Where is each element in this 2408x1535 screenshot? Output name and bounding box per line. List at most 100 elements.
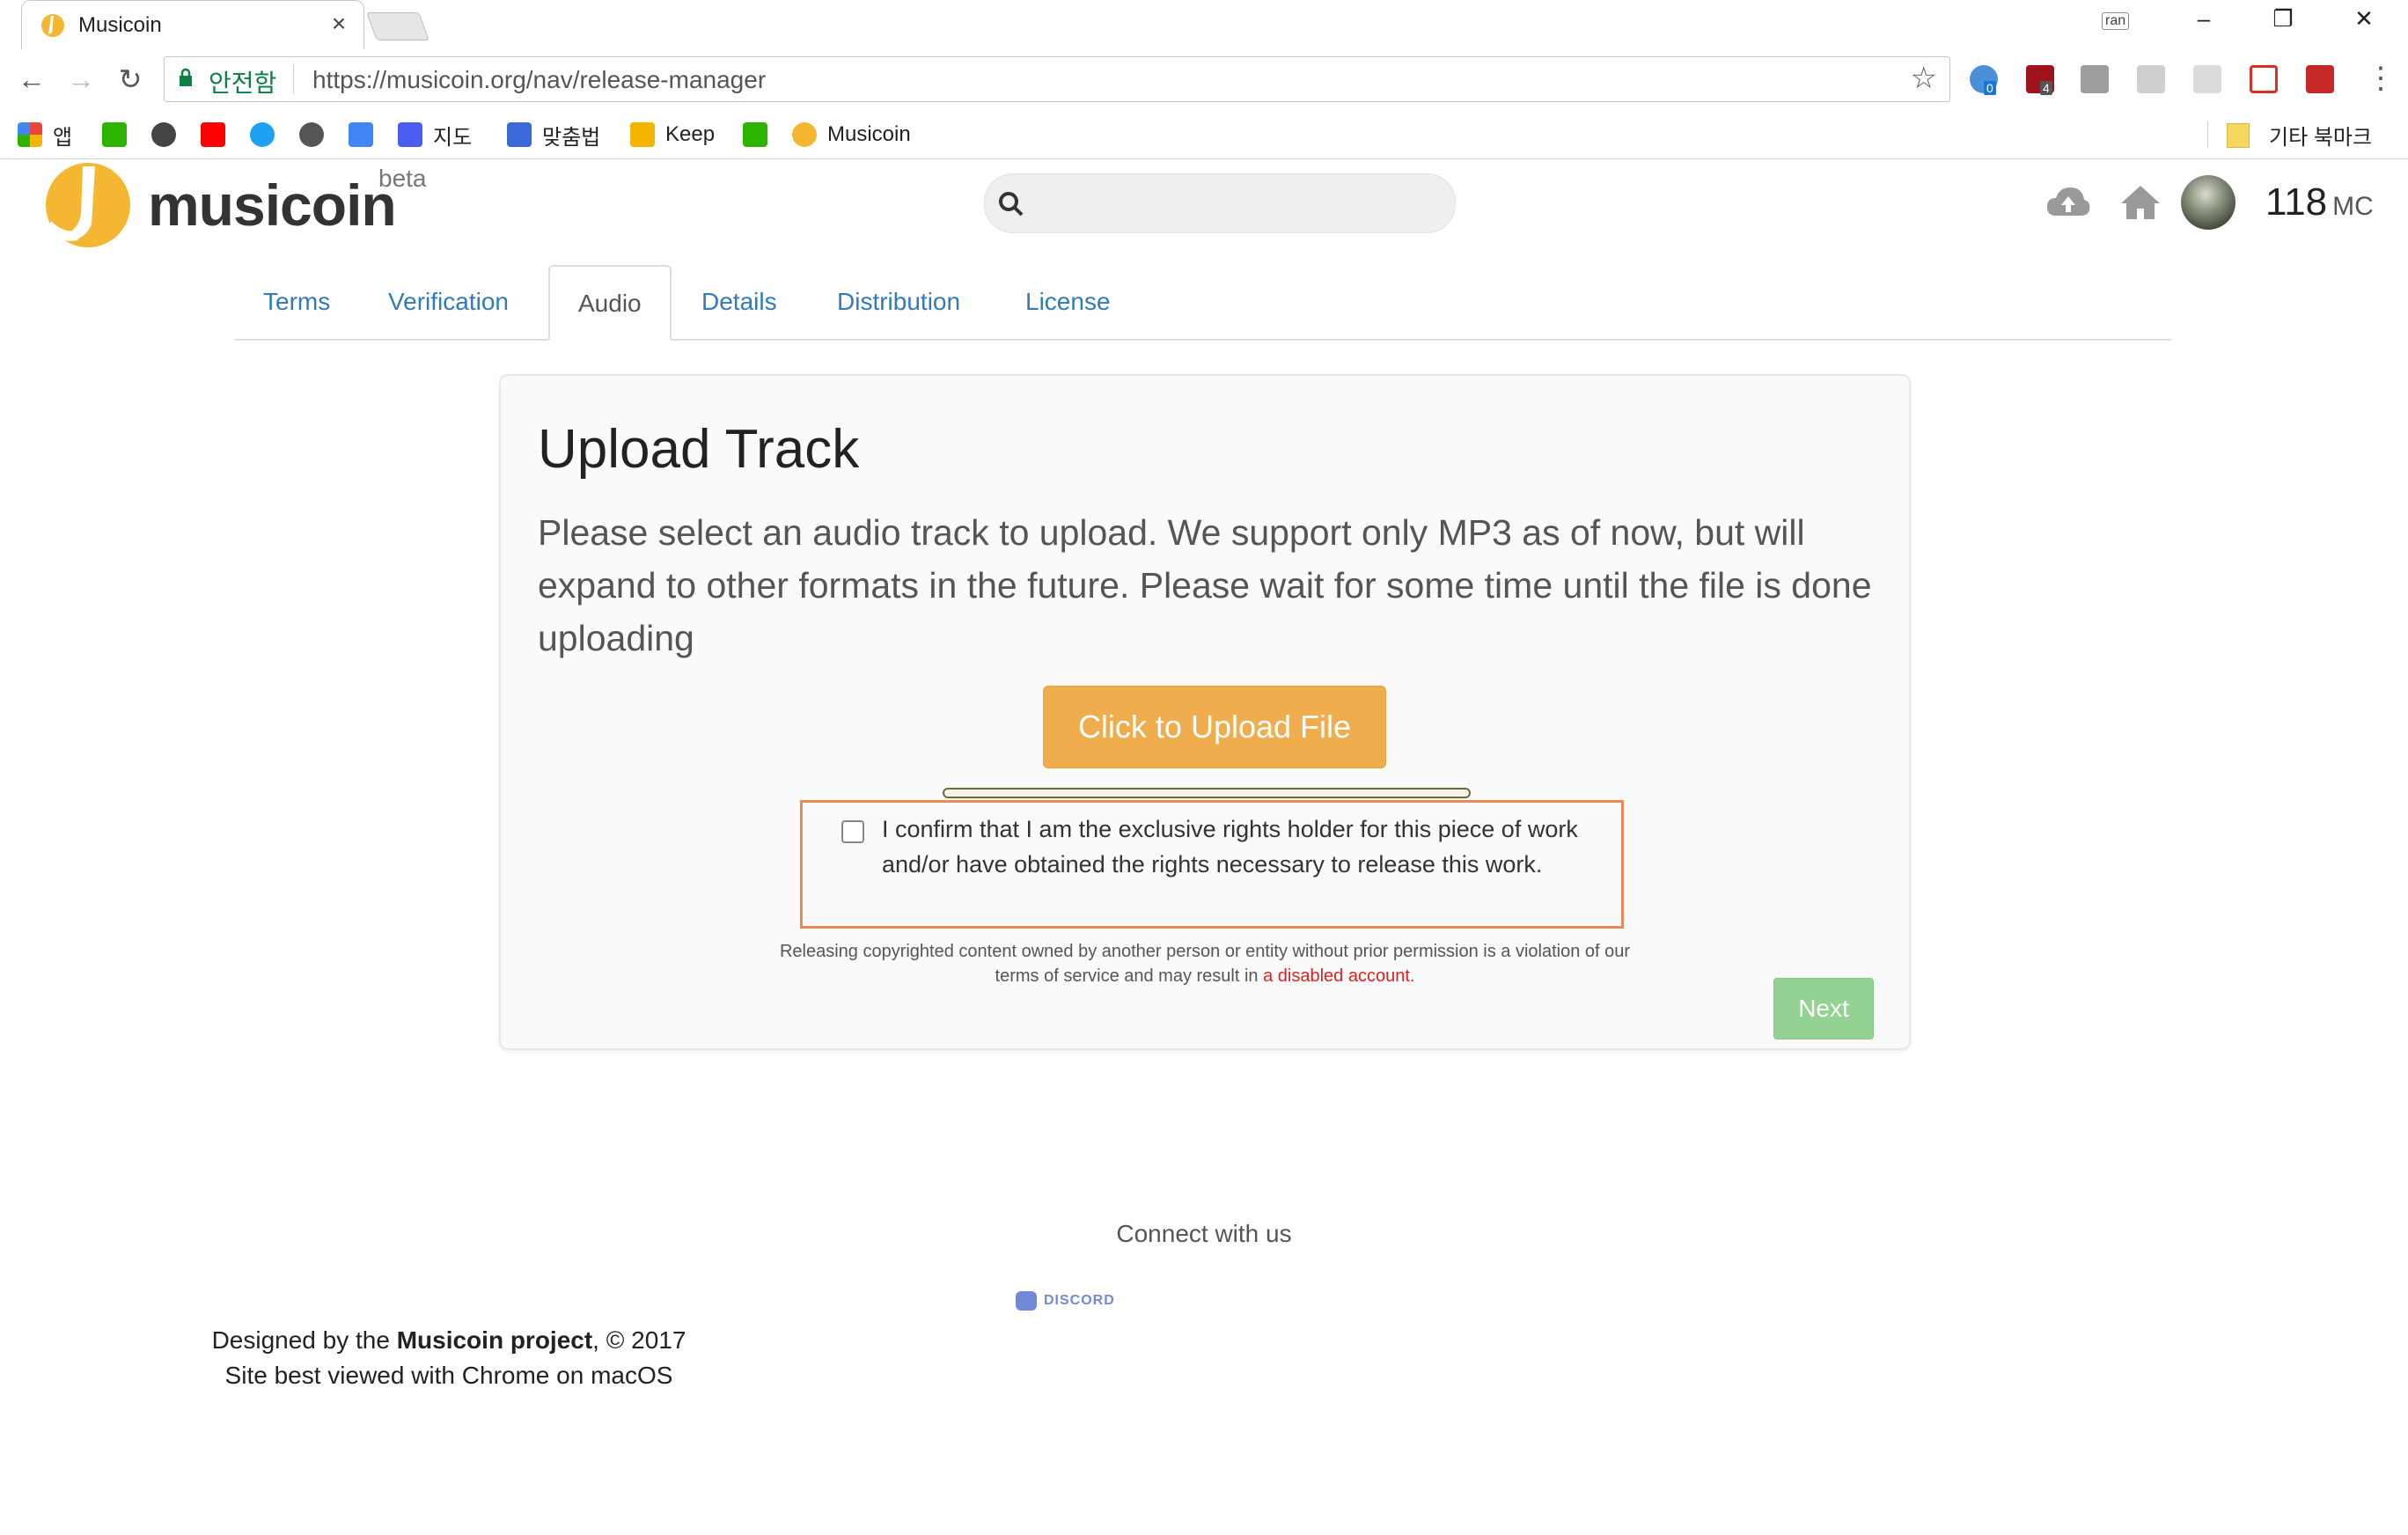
bookmark-label: 지도 [433,125,473,150]
musicoin-icon[interactable] [42,159,134,247]
balance-unit: MC [2332,192,2374,221]
bookmark-label: 맞춤법 [542,125,601,150]
upload-progress-bar [943,788,1471,798]
close-window-button[interactable]: ✕ [2346,5,2382,33]
footer-project-link[interactable]: Musicoin project [397,1326,592,1354]
forward-icon[interactable]: → [63,62,99,97]
legal-notice: Releasing copyrighted content owned by a… [765,939,1645,988]
podcast-icon [299,122,324,147]
back-icon[interactable]: ← [14,62,49,97]
map-icon [398,122,422,147]
secure-label: 안전함 [209,70,277,97]
bookmark-podcast[interactable] [299,120,334,150]
naver-icon [102,122,127,147]
beta-label: beta [378,165,427,192]
bookmarks-bar: 앱 지도 맞춤법 Keep Musicoin 기타 북마크 [0,111,2408,159]
address-bar[interactable]: 안전함 https://musicoin.org/nav/release-man… [164,56,1950,102]
bookmark-star[interactable] [151,120,187,150]
profile-chip[interactable]: ran [2102,12,2130,30]
upload-file-button[interactable]: Click to Upload File [1043,686,1386,768]
search-box[interactable] [984,173,1456,233]
new-tab-button[interactable] [366,12,429,40]
star-bookmark-icon [151,122,176,147]
legal-text: Releasing copyrighted content owned by a… [779,942,1631,986]
site-footer: Designed by the Musicoin project, © 2017… [176,1323,722,1393]
search-icon [999,192,1024,217]
cast-extension-icon[interactable] [2193,65,2221,93]
bookmark-label: 앱 [53,125,73,150]
pdf-extension-icon[interactable] [2137,65,2165,93]
browser-toolbar: ← → ↻ 안전함 https://musicoin.org/nav/relea… [0,49,2408,111]
browser-tab[interactable]: Musicoin × [21,0,364,50]
reload-icon[interactable]: ↻ [113,62,148,97]
search-input[interactable] [1032,185,1441,222]
lock-icon [180,68,192,86]
logo-text[interactable]: musicoin [148,172,397,239]
tab-details[interactable]: Details [673,265,805,339]
rights-checkbox[interactable] [841,820,864,843]
maximize-button[interactable]: ❐ [2265,5,2301,33]
keep-icon [630,122,655,147]
legal-warning: a disabled account. [1263,966,1415,986]
spellcheck-icon [507,122,532,147]
cloud-upload-icon[interactable] [2044,179,2093,228]
bookmark-label: Keep [665,122,716,146]
bookmark-extension-icon[interactable] [2306,65,2334,93]
tab-distribution[interactable]: Distribution [809,265,988,339]
next-button[interactable]: Next [1773,978,1874,1039]
other-bookmarks[interactable]: 기타 북마크 [2227,120,2372,151]
bookmark-blog[interactable] [743,120,778,150]
bookmark-divider [2207,121,2208,148]
bookmark-keep[interactable]: Keep [630,120,715,150]
text-extension-icon[interactable] [2081,65,2109,93]
rights-confirmation-text: I confirm that I am the exclusive rights… [882,816,1578,878]
musicoin-bookmark-icon [792,122,817,147]
bookmark-twitter[interactable] [250,120,285,150]
bookmark-translate[interactable] [349,120,384,150]
bookmark-naver[interactable] [102,120,137,150]
extension-badge: 0 [1984,81,1996,95]
tab-terms[interactable]: Terms [235,265,358,339]
ublock-icon[interactable]: 4 [2026,65,2054,95]
minimize-button[interactable]: – [2186,5,2221,33]
chrome-menu-icon[interactable]: ⋮ [2366,62,2396,95]
folder-icon [2227,122,2250,148]
url-text[interactable]: https://musicoin.org/nav/release-manager [312,66,766,94]
discord-label: DISCORD [1044,1293,1115,1308]
release-step-tabs: Terms Verification Audio Details Distrib… [235,265,2171,341]
tab-verification[interactable]: Verification [360,265,537,339]
tab-audio[interactable]: Audio [548,265,672,341]
bookmark-map[interactable]: 지도 [398,120,472,150]
bookmark-spellcheck[interactable]: 맞춤법 [507,120,600,150]
tab-license[interactable]: License [997,265,1139,339]
browser-tab-strip: Musicoin × ran – ❐ ✕ [0,0,2408,50]
upload-description: Please select an audio track to upload. … [538,512,1872,658]
star-icon[interactable]: ☆ [1911,61,1937,96]
page-content: musicoin beta 118 MC Terms Verification A… [0,159,2408,1535]
bookmark-youtube[interactable] [201,120,236,150]
tab-close-icon[interactable]: × [325,10,353,38]
translate-icon [349,122,373,147]
footer-copyright: , © 2017 [592,1326,686,1354]
tab-title: Musicoin [78,13,162,37]
rights-confirmation: I confirm that I am the exclusive rights… [800,800,1624,929]
ublock-badge: 4 [2040,81,2052,95]
wallet-balance: 118 MC [2265,180,2374,224]
balance-value: 118 [2265,180,2328,224]
blog-icon [743,122,767,147]
footer-prefix: Designed by the [211,1326,390,1354]
connect-heading: Connect with us [1116,1220,1292,1247]
avatar[interactable] [2181,175,2235,230]
discord-link[interactable]: DISCORD [1016,1291,1115,1311]
extension-icon[interactable]: 0 [1970,65,1998,95]
musicoin-favicon-icon [41,14,64,37]
omnibox-divider [293,64,294,94]
discord-icon [1016,1291,1037,1311]
home-icon[interactable] [2116,179,2165,228]
bookmark-musicoin[interactable]: Musicoin [792,120,911,150]
apps-grid-icon [18,122,42,147]
bookmark-apps[interactable]: 앱 [18,120,72,150]
gmail-icon[interactable] [2250,65,2278,93]
youtube-icon [201,122,225,147]
page-title: Upload Track [538,419,860,480]
